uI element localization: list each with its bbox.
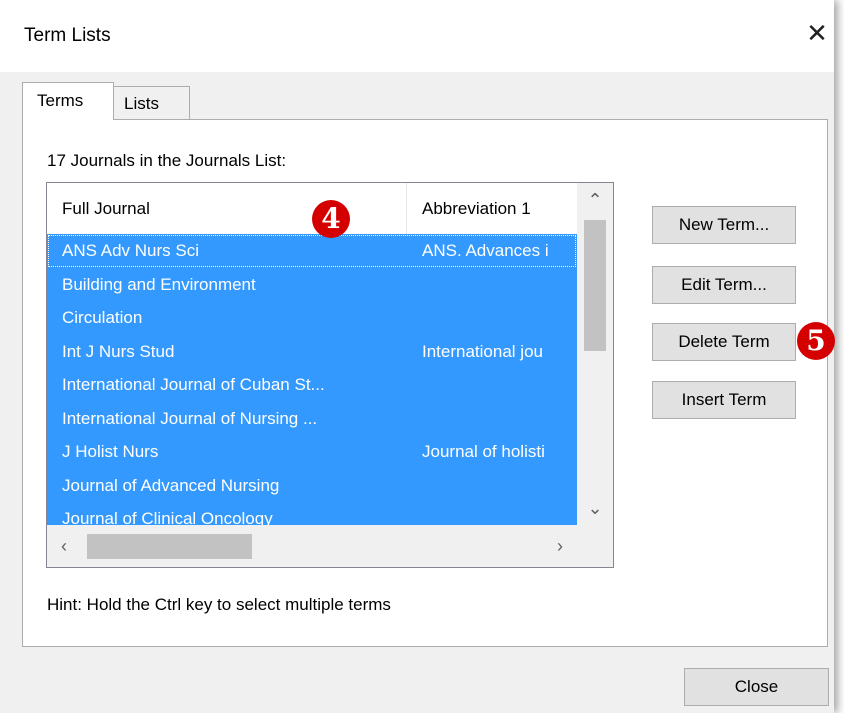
abbreviation-cell: Journal of holisti: [422, 442, 545, 461]
column-header-full-journal[interactable]: Full Journal: [47, 183, 407, 234]
full-journal-cell: J Holist Nurs: [62, 442, 159, 461]
chevron-down-icon[interactable]: ⌄: [577, 491, 613, 525]
list-item[interactable]: Building and Environment: [47, 268, 577, 302]
chevron-right-icon[interactable]: ›: [543, 525, 577, 567]
insert-term-button[interactable]: Insert Term: [652, 381, 796, 419]
terms-listview[interactable]: Full Journal Abbreviation 1 ANS Adv Nurs…: [46, 182, 614, 568]
terms-tab-panel: 17 Journals in the Journals List: Full J…: [22, 119, 828, 647]
tab-terms[interactable]: Terms: [22, 82, 114, 120]
full-journal-cell: Building and Environment: [62, 274, 256, 294]
vertical-scroll-thumb[interactable]: [584, 220, 606, 351]
full-journal-cell: Journal of Clinical Oncology: [62, 509, 273, 525]
delete-term-button[interactable]: Delete Term: [652, 323, 796, 361]
horizontal-scrollbar[interactable]: ‹ ›: [47, 525, 613, 567]
close-icon[interactable]: ✕: [802, 18, 832, 48]
title-bar: Term Lists ✕: [0, 0, 834, 72]
dialog-title: Term Lists: [24, 25, 111, 46]
full-journal-cell: Int J Nurs Stud: [62, 341, 175, 361]
full-journal-cell: International Journal of Nursing ...: [62, 408, 318, 428]
chevron-up-icon[interactable]: ⌃: [577, 183, 613, 217]
close-button[interactable]: Close: [684, 668, 829, 706]
vertical-scrollbar[interactable]: ⌃ ⌄: [577, 183, 613, 525]
full-journal-cell: Journal of Advanced Nursing: [62, 475, 280, 495]
full-journal-cell: Circulation: [62, 308, 143, 327]
list-item[interactable]: International Journal of Nursing ...: [47, 402, 577, 436]
abbreviation-cell: International jou: [422, 341, 543, 361]
list-item[interactable]: J Holist Nurs Journal of holisti: [47, 435, 577, 469]
annotation-badge-5: 5: [797, 322, 835, 360]
list-item[interactable]: Journal of Clinical Oncology: [47, 502, 577, 525]
abbreviation-cell: ANS. Advances i: [422, 241, 549, 260]
list-item[interactable]: Circulation: [47, 301, 577, 335]
column-header-abbreviation-1[interactable]: Abbreviation 1: [407, 183, 577, 234]
annotation-badge-4: 4: [312, 200, 350, 238]
list-item[interactable]: Int J Nurs Stud International jou: [47, 335, 577, 369]
hint-text: Hint: Hold the Ctrl key to select multip…: [47, 595, 391, 614]
list-item[interactable]: International Journal of Cuban St...: [47, 368, 577, 402]
list-rows: ANS Adv Nurs Sci ANS. Advances i Building …: [47, 234, 577, 525]
list-item[interactable]: Journal of Advanced Nursing: [47, 469, 577, 503]
chevron-left-icon[interactable]: ‹: [47, 525, 81, 567]
term-lists-dialog: Term Lists ✕ Terms Lists 17 Journals in …: [0, 0, 834, 713]
edit-term-button[interactable]: Edit Term...: [652, 266, 796, 304]
tab-lists[interactable]: Lists: [113, 86, 190, 120]
list-caption: 17 Journals in the Journals List:: [47, 151, 287, 170]
full-journal-cell: ANS Adv Nurs Sci: [62, 241, 199, 260]
horizontal-scroll-thumb[interactable]: [87, 534, 252, 559]
list-header: Full Journal Abbreviation 1: [47, 183, 577, 234]
list-item[interactable]: ANS Adv Nurs Sci ANS. Advances i: [47, 234, 577, 268]
new-term-button[interactable]: New Term...: [652, 206, 796, 244]
full-journal-cell: International Journal of Cuban St...: [62, 375, 325, 394]
